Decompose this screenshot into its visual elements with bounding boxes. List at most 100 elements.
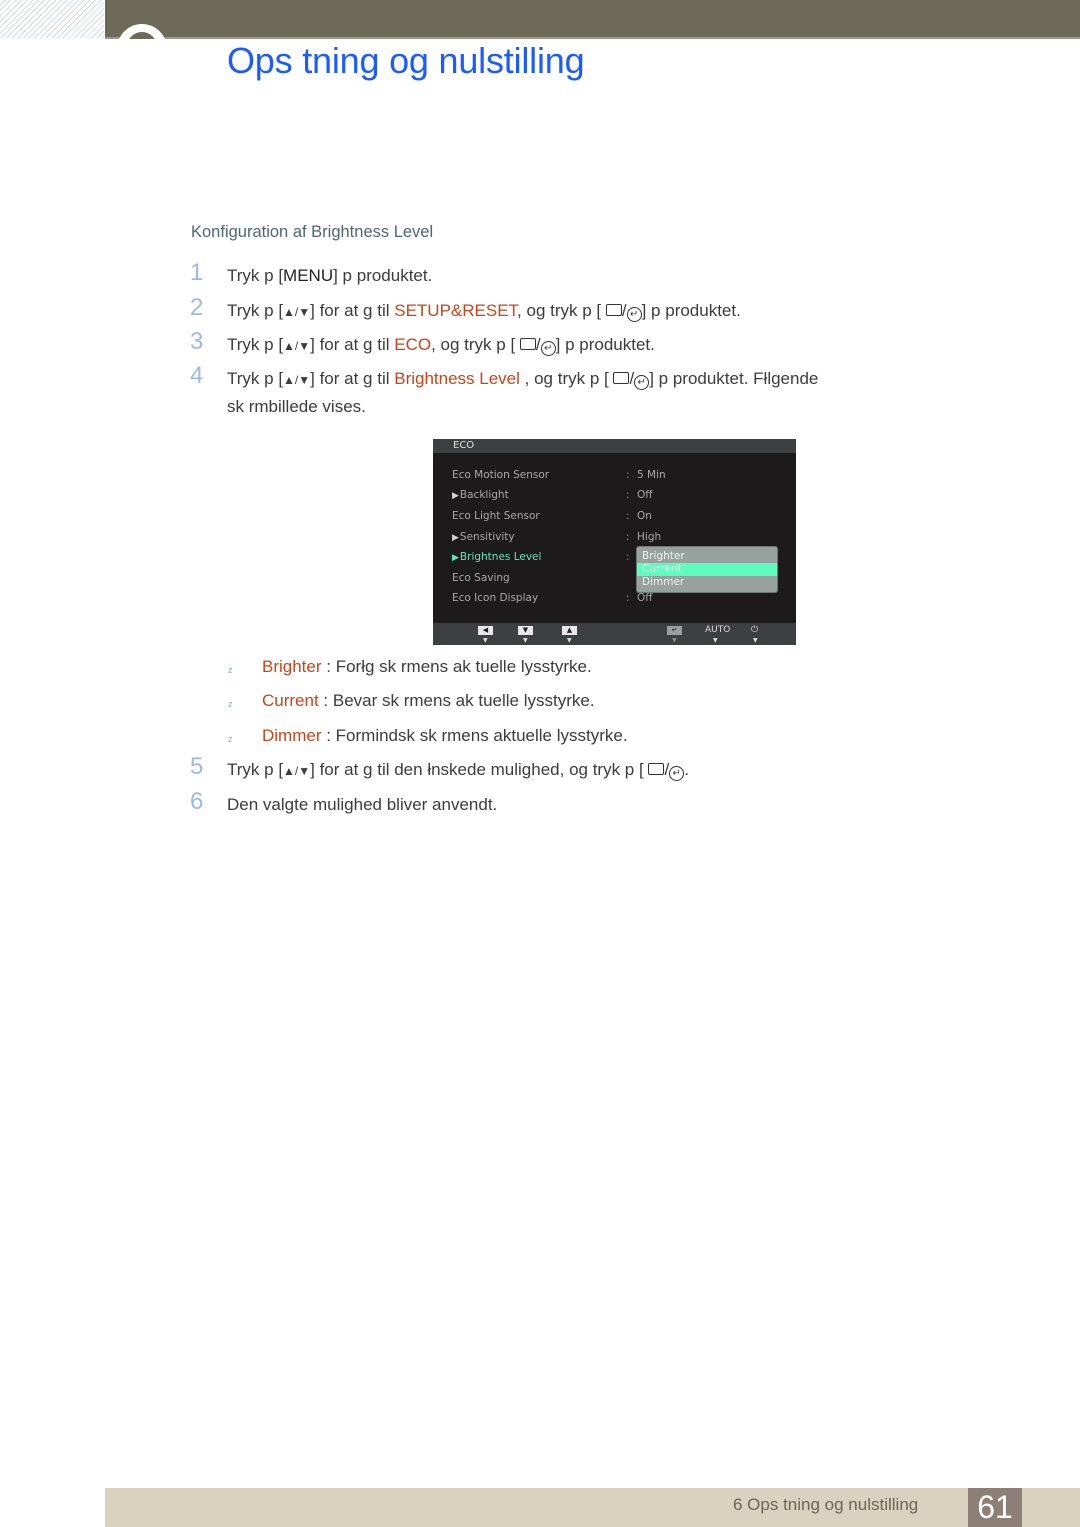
osd-row-eco-light-sensor: Eco Light Sensor : On — [452, 508, 782, 524]
step-text-part: , og tryk p [ — [431, 335, 516, 354]
osd-colon: : — [626, 489, 630, 501]
header-mask — [105, 39, 205, 79]
button-pip: ▼ — [713, 637, 718, 644]
step-text-line2: sk rmbillede vises. — [227, 397, 366, 416]
osd-row-value: On — [637, 510, 652, 522]
osd-row-label: Eco Light Sensor — [452, 510, 540, 522]
up-down-arrows-icon: ▲/▼ — [283, 339, 311, 353]
menu-target: Brightness Level — [394, 369, 520, 388]
enter-button-icon: ↵ — [634, 375, 650, 390]
footer-band — [105, 1488, 1080, 1527]
submenu-arrow-icon: ▶ — [452, 491, 459, 501]
brightness-level-dropdown: Brighter Current Dimmer — [636, 546, 778, 593]
step-text: Tryk p [▲/▼] for at g til ECO, og tryk p… — [227, 335, 655, 356]
bullet-desc: : Forłg sk rmens ak tuelle lysstyrke. — [321, 657, 592, 676]
step-text: Den valgte mulighed bliver anvendt. — [227, 795, 498, 814]
submenu-arrow-icon: ▶ — [452, 533, 459, 543]
button-pip: ▼ — [483, 637, 488, 644]
button-pip: ▼ — [672, 637, 677, 644]
step-text-part: Tryk p [ — [227, 369, 284, 388]
up-down-arrows-icon: ▲/▼ — [283, 305, 311, 319]
step-text: Tryk p [▲/▼] for at g til den łnskede mu… — [227, 760, 689, 781]
step-text: Tryk p [▲/▼] for at g til Brightness Lev… — [227, 369, 819, 390]
osd-colon: : — [626, 531, 630, 543]
bullet-desc: : Bevar sk rmens ak tuelle lysstyrke. — [318, 691, 595, 710]
button-pip: ▼ — [753, 637, 758, 644]
source-button-icon — [648, 763, 665, 775]
bullet-marker-icon: z — [228, 665, 233, 675]
left-arrow-button-icon: ◀ — [478, 626, 493, 635]
osd-row-label: Eco Icon Display — [452, 592, 539, 604]
step-text-part: ] for at g til — [310, 369, 395, 388]
bullet-marker-icon: z — [228, 699, 233, 709]
bullet-text: Current : Bevar sk rmens ak tuelle lysst… — [262, 687, 595, 715]
enter-button-icon: ↵ — [669, 766, 685, 781]
osd-colon: : — [626, 592, 630, 604]
osd-row-label-text: Sensitivity — [459, 531, 515, 543]
osd-row-label: Eco Motion Sensor — [452, 469, 550, 481]
step-text-part: , og tryk p [ — [517, 301, 602, 320]
osd-row-label: ▶Backlight — [452, 487, 509, 504]
step-text-part: . — [684, 760, 689, 779]
osd-row-label: Eco Saving — [452, 572, 510, 584]
osd-colon: : — [626, 510, 630, 522]
menu-target: SETUP&RESET — [394, 301, 518, 320]
menu-target: ECO — [394, 335, 432, 354]
osd-colon: : — [626, 469, 630, 481]
step-text-part: , og tryk p [ — [519, 369, 609, 388]
enter-button-icon: ↵ — [667, 626, 682, 635]
up-down-arrows-icon: ▲/▼ — [283, 373, 311, 387]
header-hatch-pattern — [0, 0, 104, 38]
page-number: 61 — [968, 1488, 1022, 1527]
enter-button-icon: ↵ — [626, 307, 642, 322]
footer-chapter-label: 6 Ops tning og nulstilling — [733, 1495, 919, 1514]
bullet-desc: : Formindsk sk rmens aktuelle lysstyrke. — [321, 726, 628, 745]
power-icon: ⏻ — [751, 625, 759, 635]
step-number: 2 — [190, 294, 204, 321]
bullet-term: Dimmer — [262, 726, 322, 745]
section-heading: Konfiguration af Brightness Level — [191, 223, 434, 241]
header-band — [105, 0, 1080, 39]
osd-row-value: 5 Min — [637, 469, 666, 481]
step-number: 6 — [190, 788, 204, 815]
osd-title: ECO — [433, 439, 796, 453]
step-text-part: ] p produktet. — [555, 335, 655, 354]
osd-button-bar: ◀ ▼ ▲ ↵ AUTO ⏻ ▼ ▼ ▼ ▼ ▼ ▼ — [433, 623, 796, 645]
step-text-part: ] p produktet. Fłlgende — [649, 369, 819, 388]
bullet-term: Brighter — [262, 657, 322, 676]
bullet-marker-icon: z — [228, 734, 233, 744]
page-title: Ops tning og nulstilling — [227, 40, 585, 81]
button-pip: ▼ — [567, 637, 572, 644]
down-arrow-button-icon: ▼ — [518, 626, 533, 635]
source-button-icon — [613, 372, 630, 384]
step-text-part: Tryk p [ — [227, 335, 284, 354]
bullet-term: Current — [262, 691, 319, 710]
osd-row-value: High — [637, 531, 662, 543]
step-text-part: Tryk p [ — [227, 760, 284, 779]
up-arrow-button-icon: ▲ — [562, 626, 577, 635]
step-text: Tryk p [MENU] p produktet. — [227, 262, 432, 290]
step-text-part: ] for at g til — [310, 335, 395, 354]
step-text-part: ] for at g til den łnskede mulighed, og … — [310, 760, 644, 779]
step-text-part: Tryk p [ — [227, 266, 284, 285]
step-text-part: ] p produktet. — [641, 301, 741, 320]
step-number: 4 — [190, 362, 204, 389]
enter-button-icon: ↵ — [540, 341, 556, 356]
step-number: 5 — [190, 753, 204, 780]
osd-row-backlight: ▶Backlight : Off — [452, 487, 782, 503]
step-text-part: Tryk p [ — [227, 301, 284, 320]
step-number: 3 — [190, 328, 204, 355]
dropdown-option-current: Current — [637, 563, 777, 576]
osd-colon: : — [626, 551, 630, 563]
step-text-part: ] p produktet. — [333, 266, 433, 285]
source-button-icon — [519, 338, 536, 350]
dropdown-option-brighter: Brighter — [642, 550, 685, 562]
up-down-arrows-icon: ▲/▼ — [283, 764, 311, 778]
auto-button-label: AUTO — [705, 625, 731, 635]
step-text-part: ] for at g til — [310, 301, 395, 320]
bullet-text: Brighter : Forłg sk rmens ak tuelle lyss… — [262, 653, 592, 681]
osd-screenshot: ECO Eco Motion Sensor : 5 Min ▶Backlight… — [433, 439, 796, 645]
osd-row-value: Off — [637, 489, 653, 501]
osd-row-eco-motion-sensor: Eco Motion Sensor : 5 Min — [452, 467, 782, 483]
dropdown-option-dimmer: Dimmer — [642, 576, 685, 588]
